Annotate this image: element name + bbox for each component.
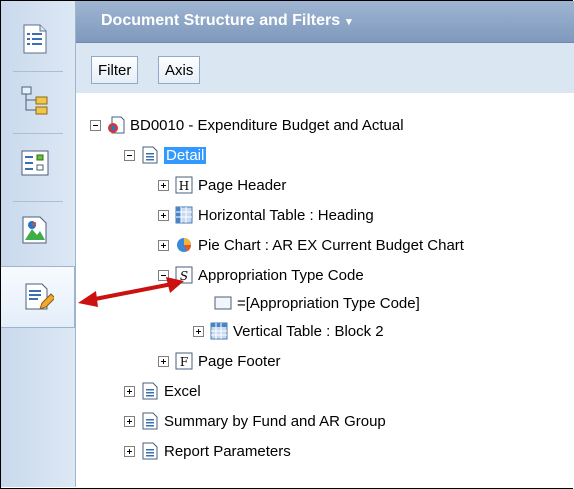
document-structure-button[interactable]	[1, 266, 75, 328]
tree-node-pie-chart[interactable]: Pie Chart : AR EX Current Budget Chart	[158, 234, 464, 256]
filter-axis-toolbar: Filter Axis	[76, 43, 574, 93]
tree-node-report-parameters[interactable]: Report Parameters	[124, 440, 291, 462]
tree-node-vertical-table[interactable]: Vertical Table : Block 2	[193, 320, 384, 342]
structure-tree-button[interactable]	[13, 78, 57, 122]
collapse-toggle-icon[interactable]	[124, 149, 135, 161]
expand-toggle-icon[interactable]	[124, 445, 135, 457]
vertical-table-icon	[210, 322, 228, 340]
toolbar-separator	[13, 71, 63, 72]
left-toolbar	[1, 1, 76, 487]
axis-button[interactable]: Axis	[158, 56, 201, 84]
tree-node-appropriation-section[interactable]: S Appropriation Type Code	[158, 264, 364, 286]
toolbar-separator	[13, 133, 63, 134]
tree-node-cell[interactable]: =[Appropriation Type Code]	[214, 292, 420, 314]
panel-title-text: Document Structure and Filters	[101, 12, 341, 29]
page-footer-icon: F	[175, 352, 193, 370]
expand-toggle-icon[interactable]	[124, 385, 135, 397]
horizontal-table-icon	[175, 206, 193, 224]
cell-icon	[214, 294, 232, 312]
report-document-icon	[107, 116, 125, 134]
tree-node-label: =[Appropriation Type Code]	[237, 294, 420, 312]
tree-node-label: Page Header	[198, 176, 287, 194]
toolbar-separator	[13, 201, 63, 202]
tree-node-label: Detail	[164, 146, 207, 164]
tree-hierarchy-icon	[21, 86, 48, 115]
input-controls-button[interactable]	[13, 141, 57, 185]
tree-node-page-header[interactable]: H Page Header	[158, 174, 286, 196]
data-view-button[interactable]	[13, 208, 57, 252]
collapse-toggle-icon[interactable]	[90, 119, 101, 131]
page-header-icon: H	[175, 176, 193, 194]
tree-node-label: Page Footer	[198, 352, 281, 370]
panel-title[interactable]: Document Structure and Filters ▾	[101, 12, 352, 30]
tree-node-label: Horizontal Table : Heading	[198, 206, 374, 224]
tree-node-horizontal-table[interactable]: Horizontal Table : Heading	[158, 204, 374, 226]
checklist-icon	[21, 150, 49, 176]
tree-node-label: Vertical Table : Block 2	[233, 322, 384, 340]
pie-chart-icon	[175, 236, 193, 254]
expand-toggle-icon[interactable]	[193, 325, 204, 337]
tree-node-label: Pie Chart : AR EX Current Budget Chart	[198, 236, 464, 254]
filter-button[interactable]: Filter	[91, 56, 139, 84]
annotation-arrow-icon	[78, 277, 184, 307]
chart-document-icon	[22, 216, 47, 244]
document-list-icon	[23, 24, 47, 54]
report-page-icon	[141, 382, 159, 400]
dropdown-caret-icon: ▾	[346, 16, 352, 28]
tree-node-root[interactable]: BD0010 - Expenditure Budget and Actual	[90, 114, 404, 136]
tree-node-summary[interactable]: Summary by Fund and AR Group	[124, 410, 386, 432]
tree-node-page-footer[interactable]: F Page Footer	[158, 350, 281, 372]
expand-toggle-icon[interactable]	[124, 415, 135, 427]
icon-letter: F	[180, 355, 188, 369]
expand-toggle-icon[interactable]	[158, 179, 169, 191]
expand-toggle-icon[interactable]	[158, 239, 169, 251]
tree-node-label: BD0010 - Expenditure Budget and Actual	[130, 116, 404, 134]
report-page-icon	[141, 412, 159, 430]
panel-header: Document Structure and Filters ▾	[76, 1, 574, 43]
tree-node-label: Excel	[164, 382, 201, 400]
report-page-icon	[141, 442, 159, 460]
expand-toggle-icon[interactable]	[158, 209, 169, 221]
tree-node-label: Report Parameters	[164, 442, 291, 460]
tree-node-label: Appropriation Type Code	[198, 266, 364, 284]
document-icon-button[interactable]	[13, 17, 57, 61]
icon-letter: H	[179, 179, 189, 193]
report-page-icon	[141, 146, 159, 164]
edit-document-icon	[25, 283, 54, 310]
tree-node-detail[interactable]: Detail	[124, 144, 207, 166]
tree-node-excel[interactable]: Excel	[124, 380, 201, 402]
expand-toggle-icon[interactable]	[158, 355, 169, 367]
tree-node-label: Summary by Fund and AR Group	[164, 412, 386, 430]
